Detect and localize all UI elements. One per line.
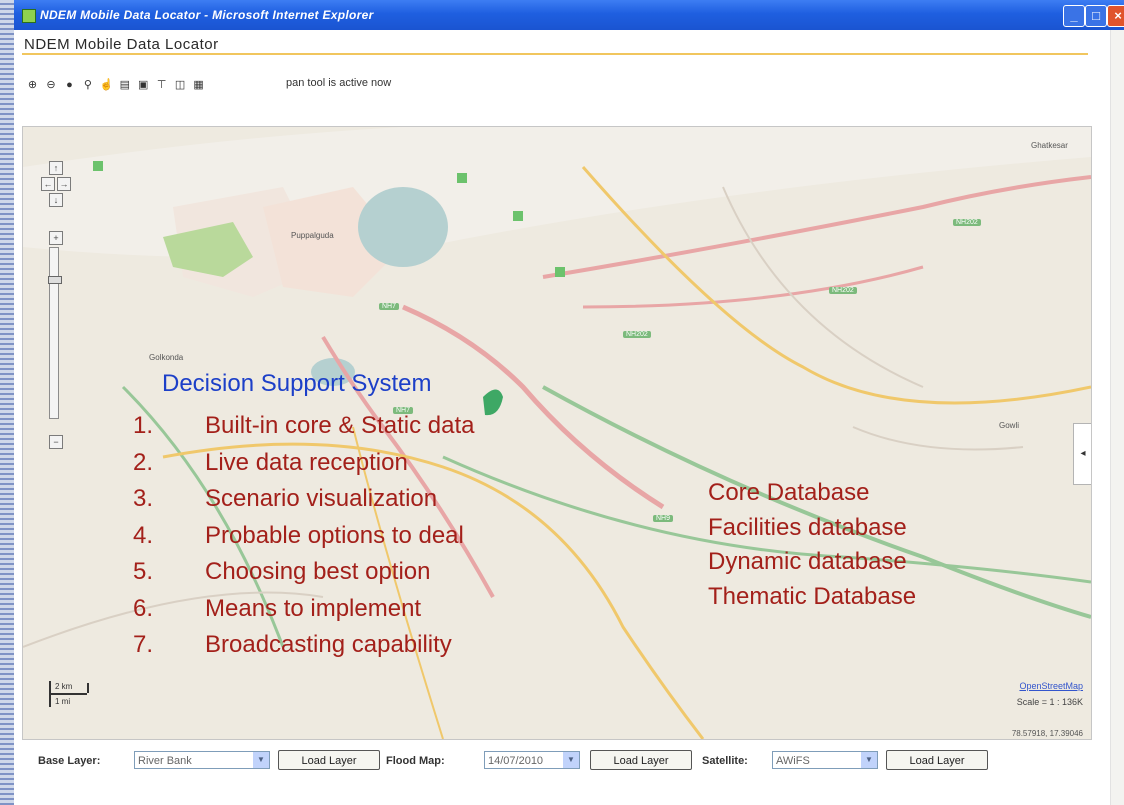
minimize-button[interactable]: _ bbox=[1063, 5, 1085, 27]
layer-switcher-toggle[interactable]: ◂ bbox=[1073, 423, 1091, 485]
list-text: Probable options to deal bbox=[205, 521, 464, 549]
list-number: 6. bbox=[133, 594, 154, 622]
list-number: 5. bbox=[133, 558, 154, 585]
overlay-heading: Decision Support System bbox=[162, 370, 432, 397]
database-item: Facilities database bbox=[708, 513, 907, 541]
pan-down-button[interactable]: ↓ bbox=[49, 193, 63, 207]
scalebar-mi-label: 1 mi bbox=[55, 697, 71, 706]
list-number: 1. bbox=[133, 412, 154, 439]
map-toolbar: ⊕ ⊖ ● ⚲ ☝ ▤ ▣ ⊤ ◫ ▦ bbox=[26, 75, 206, 91]
road-label: NH7 bbox=[379, 303, 400, 310]
map-coordinates: 78.57918, 17.39046 bbox=[1011, 729, 1083, 738]
list-text: Choosing best option bbox=[205, 558, 431, 585]
print-icon[interactable]: ▣ bbox=[137, 79, 150, 92]
pan-hand-icon[interactable]: ☝ bbox=[100, 79, 114, 92]
window-titlebar: NDEM Mobile Data Locator - Microsoft Int… bbox=[14, 0, 1124, 30]
satellite-label: Satellite: bbox=[702, 755, 748, 767]
list-text: Built-in core & Static data bbox=[205, 412, 475, 439]
base-layer-label: Base Layer: bbox=[38, 755, 101, 767]
place-label: Gowli bbox=[999, 421, 1020, 430]
road-label: NH202 bbox=[953, 219, 981, 226]
flood-map-select[interactable]: 14/07/2010 ▼ bbox=[484, 751, 580, 769]
print-preview-icon[interactable]: ▦ bbox=[192, 79, 205, 92]
zoom-in-icon[interactable]: ⊕ bbox=[26, 79, 39, 92]
measure-icon[interactable]: ⊤ bbox=[155, 79, 168, 92]
list-text: Means to implement bbox=[205, 594, 422, 622]
info-icon[interactable]: ● bbox=[63, 79, 76, 92]
list-item: 3. Scenario visualization bbox=[133, 485, 474, 522]
map-scale-text: Scale = 1 : 136K bbox=[1016, 697, 1083, 707]
pan-right-button[interactable]: → bbox=[57, 177, 71, 191]
zoom-out-icon[interactable]: ⊖ bbox=[44, 79, 57, 92]
zoom-slider-handle[interactable] bbox=[48, 276, 62, 284]
chevron-down-icon[interactable]: ▼ bbox=[253, 752, 269, 768]
road-label: NH202 bbox=[829, 287, 857, 294]
place-label: Puppalguda bbox=[291, 231, 334, 240]
load-satellite-button[interactable]: Load Layer bbox=[886, 750, 988, 770]
pan-up-button[interactable]: ↑ bbox=[49, 161, 63, 175]
database-item: Dynamic database bbox=[708, 548, 907, 575]
list-text: Broadcasting capability bbox=[205, 631, 452, 658]
list-number: 4. bbox=[133, 521, 154, 549]
pan-left-button[interactable]: ← bbox=[41, 177, 55, 191]
vertical-scrollbar[interactable] bbox=[1110, 30, 1124, 805]
layers-icon[interactable]: ▤ bbox=[118, 79, 131, 92]
chevron-down-icon[interactable]: ▼ bbox=[563, 752, 579, 768]
zoom-out-button[interactable]: − bbox=[49, 435, 63, 449]
load-base-layer-button[interactable]: Load Layer bbox=[278, 750, 380, 770]
list-text: Live data reception bbox=[205, 448, 408, 476]
map-attribution-link[interactable]: OpenStreetMap bbox=[1019, 681, 1083, 691]
list-number: 2. bbox=[133, 448, 154, 476]
list-item: 2. Live data reception bbox=[133, 449, 474, 486]
page-title: NDEM Mobile Data Locator bbox=[24, 36, 219, 53]
dss-features-list: 1. Built-in core & Static data 2. Live dat… bbox=[133, 412, 474, 668]
place-label: Ghatkesar bbox=[1031, 141, 1068, 150]
list-item: 5. Choosing best option bbox=[133, 558, 474, 595]
scalebar-tick bbox=[87, 683, 89, 693]
list-item: 1. Built-in core & Static data bbox=[133, 412, 474, 449]
ie-app-icon bbox=[22, 9, 36, 23]
maximize-button[interactable]: □ bbox=[1085, 5, 1107, 27]
road-label: NH202 bbox=[623, 331, 651, 338]
place-label: Golkonda bbox=[149, 353, 184, 362]
zoom-slider[interactable] bbox=[48, 247, 62, 419]
close-button[interactable]: × bbox=[1107, 5, 1124, 27]
zoom-in-button[interactable]: + bbox=[49, 231, 63, 245]
flood-map-value: 14/07/2010 bbox=[488, 755, 544, 767]
window-title: NDEM Mobile Data Locator - Microsoft Int… bbox=[40, 8, 374, 22]
list-text: Scenario visualization bbox=[205, 485, 438, 512]
slide-left-decoration bbox=[0, 0, 14, 805]
list-number: 7. bbox=[133, 631, 154, 658]
chevron-down-icon[interactable]: ▼ bbox=[861, 752, 877, 768]
flood-map-label: Flood Map: bbox=[386, 755, 445, 767]
list-item: 4. Probable options to deal bbox=[133, 522, 474, 559]
map-scalebar: 2 km 1 mi bbox=[49, 679, 95, 707]
database-item: Thematic Database bbox=[708, 582, 917, 610]
database-item: Core Database bbox=[708, 479, 870, 506]
road-label: NH9 bbox=[653, 515, 674, 522]
scalebar-km-label: 2 km bbox=[55, 682, 73, 691]
base-layer-value: River Bank bbox=[138, 755, 192, 767]
list-number: 3. bbox=[133, 485, 154, 512]
list-item: 6. Means to implement bbox=[133, 595, 474, 632]
satellite-select[interactable]: AWiFS ▼ bbox=[772, 751, 878, 769]
tool-status-text: pan tool is active now bbox=[286, 77, 392, 89]
search-icon[interactable]: ⚲ bbox=[81, 79, 94, 92]
extent-icon[interactable]: ◫ bbox=[174, 79, 187, 92]
scalebar-line bbox=[49, 693, 87, 695]
load-flood-map-button[interactable]: Load Layer bbox=[590, 750, 692, 770]
satellite-value: AWiFS bbox=[776, 755, 810, 767]
database-list: Core Database Facilities database Dynami… bbox=[708, 479, 916, 617]
title-divider bbox=[22, 53, 1088, 55]
base-layer-select[interactable]: River Bank ▼ bbox=[134, 751, 270, 769]
list-item: 7. Broadcasting capability bbox=[133, 631, 474, 668]
